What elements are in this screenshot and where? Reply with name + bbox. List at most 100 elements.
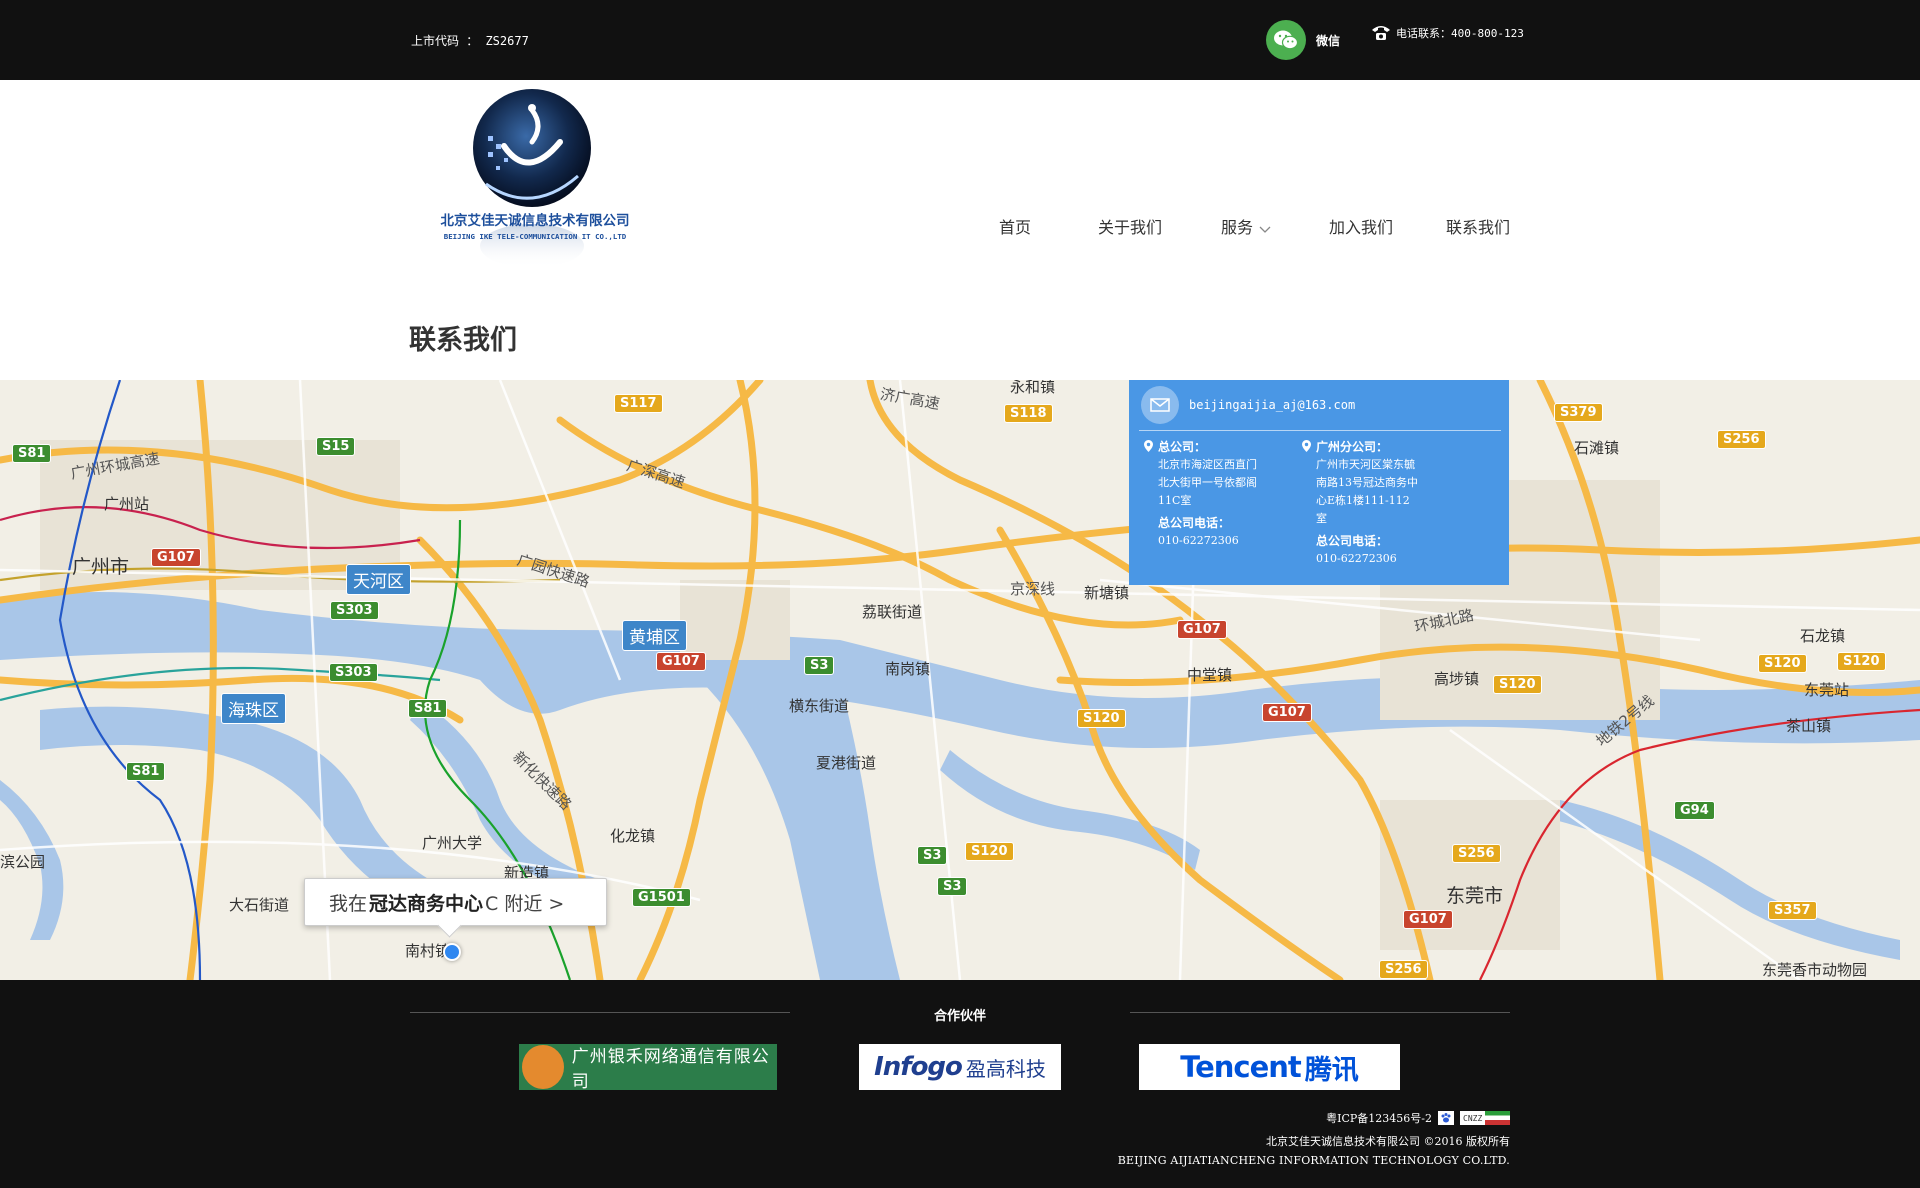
wechat-label: 微信	[1316, 33, 1341, 48]
stock-code: 上市代码 ： ZS2677	[411, 34, 529, 48]
route-shield: S3	[804, 656, 835, 675]
poi-prefix: 我在	[329, 892, 368, 915]
phone-text: 电话联系：400-800-123	[1396, 27, 1524, 40]
map-label: 石滩镇	[1574, 439, 1620, 457]
cnzz-stripes	[1485, 1111, 1510, 1125]
footer: 合作伙伴 广州银禾网络通信有限公司 Infogo 盈高科技 Tencent 腾讯…	[0, 980, 1920, 1188]
district-tag: 黄埔区	[622, 620, 687, 651]
route-shield: G107	[656, 652, 706, 671]
partner-name-cn: 腾讯	[1304, 1054, 1359, 1086]
partner-name-cn: 盈高科技	[965, 1056, 1046, 1081]
route-shield: S15	[316, 437, 356, 456]
route-shield: S120	[1837, 652, 1886, 671]
route-shield: S303	[329, 663, 378, 682]
phone-icon	[1372, 26, 1390, 40]
main-nav: 首页 关于我们 服务 加入我们 联系我们	[0, 214, 1920, 238]
route-shield: S118	[1004, 404, 1053, 423]
company-logo[interactable]: 北京艾佳天诚信息技术有限公司 BEIJING IKE TELE-COMMUNIC…	[408, 86, 666, 286]
nav-label: 服务	[1221, 218, 1254, 237]
partners-title: 合作伙伴	[933, 1009, 986, 1024]
map-label: 高埗镇	[1434, 670, 1480, 688]
partner-logo-infogo[interactable]: Infogo 盈高科技	[859, 1044, 1061, 1090]
hq-info: 总公司： 北京市海淀区西直门北大街甲一号依都阁11C室 总公司电话： 010-6…	[1144, 438, 1313, 550]
location-pin-icon	[1302, 440, 1311, 452]
branch-phone: 010-62272306	[1316, 552, 1397, 565]
route-shield: S120	[1077, 709, 1126, 728]
nav-item-about[interactable]: 关于我们	[1098, 214, 1162, 238]
route-shield: S81	[12, 444, 52, 463]
chevron-down-icon	[1259, 219, 1271, 238]
map-label: 新塘镇	[1084, 584, 1130, 602]
top-bar: 上市代码 ： ZS2677 微信 电话联系：400-800-123	[0, 0, 1920, 80]
route-shield: S3	[937, 877, 968, 896]
route-shield: S357	[1768, 901, 1817, 920]
map-label: 东莞市	[1446, 885, 1504, 907]
nav-label: 首页	[999, 218, 1032, 237]
map-label: 东莞站	[1804, 681, 1850, 699]
partner-name: 广州银禾网络通信有限公司	[571, 1047, 770, 1090]
yinhe-logo-icon	[522, 1045, 564, 1089]
branch-info: 广州分公司： 广州市天河区棠东毓南路13号冠达商务中心E栋1楼111-112室 …	[1302, 438, 1471, 568]
phone-contact[interactable]: 电话联系：400-800-123	[1370, 24, 1524, 42]
contact-email: beijingaijia_aj@163.com	[1189, 398, 1356, 412]
route-shield: S256	[1717, 430, 1766, 449]
map-label: 化龙镇	[610, 827, 656, 845]
nav-item-home[interactable]: 首页	[999, 214, 1031, 238]
partner-name-en: Tencent	[1180, 1050, 1302, 1084]
icp-row: 粤ICP备123456号-2 CNZZ	[1326, 1110, 1510, 1126]
copyright: 北京艾佳天诚信息技术有限公司 ©2016 版权所有	[1266, 1135, 1510, 1148]
map-label: 广州大学	[422, 834, 483, 852]
map-label: 中堂镇	[1187, 666, 1233, 684]
nav-item-contact[interactable]: 联系我们	[1446, 214, 1510, 238]
route-shield: S256	[1452, 844, 1501, 863]
map-poi-bubble[interactable]: 我在 冠达商务中心 C 附近 >	[304, 878, 607, 926]
map-label: 南岗镇	[885, 660, 931, 678]
route-shield: G94	[1674, 801, 1715, 820]
route-shield: S81	[408, 699, 448, 718]
route-shield: S3	[917, 846, 948, 865]
icp-number[interactable]: 粤ICP备123456号-2	[1326, 1110, 1432, 1126]
hq-heading: 总公司：	[1158, 440, 1207, 454]
partner-logo-tencent[interactable]: Tencent 腾讯	[1139, 1044, 1400, 1090]
mail-icon	[1141, 386, 1179, 424]
map-label: 荔联街道	[862, 603, 923, 621]
email-row[interactable]: beijingaijia_aj@163.com	[1141, 386, 1355, 424]
map-label: 广州站	[104, 495, 150, 513]
map-label: 茶山镇	[1786, 717, 1832, 735]
nav-label: 加入我们	[1329, 218, 1394, 237]
route-shield: S120	[965, 842, 1014, 861]
route-shield: G107	[1403, 910, 1453, 929]
branch-address: 广州市天河区棠东毓南路13号冠达商务中心E栋1楼111-112室	[1316, 458, 1418, 525]
map-label: 永和镇	[1010, 380, 1056, 396]
partner-name-en: Infogo	[874, 1052, 963, 1082]
nav-label: 关于我们	[1098, 218, 1163, 237]
route-shield: S256	[1379, 960, 1428, 979]
map-label: 石龙镇	[1800, 627, 1846, 645]
route-shield: S117	[614, 394, 663, 413]
map-label: 夏港街道	[816, 754, 877, 772]
baidu-paw-icon[interactable]	[1438, 1111, 1454, 1125]
district-tag: 海珠区	[221, 693, 286, 724]
route-shield: G107	[1262, 703, 1312, 722]
route-shield: S120	[1758, 654, 1807, 673]
road-label: 京深线	[1010, 580, 1056, 598]
location-marker-icon[interactable]	[443, 943, 461, 961]
company-english-name: BEIJING AIJIATIANCHENG INFORMATION TECHN…	[1117, 1154, 1510, 1167]
district-tag: 天河区	[346, 564, 411, 595]
poi-suffix: C 附近 >	[485, 892, 565, 915]
hq-address: 北京市海淀区西直门北大街甲一号依都阁11C室	[1158, 458, 1257, 507]
poi-name: 冠达商务中心	[369, 892, 484, 915]
route-shield: S379	[1554, 403, 1603, 422]
route-shield: S120	[1493, 675, 1542, 694]
location-map[interactable]: 广州站 广州市 天河区 黄埔区 海珠区 广州大学 化龙镇 新造镇 大石街道 南村…	[0, 380, 1920, 980]
cnzz-badge[interactable]: CNZZ	[1460, 1111, 1510, 1125]
divider	[1139, 430, 1501, 431]
wechat-icon	[1266, 20, 1306, 60]
nav-item-services[interactable]: 服务	[1221, 214, 1271, 238]
wechat-link[interactable]: 微信	[1266, 20, 1340, 60]
route-shield: G1501	[632, 888, 691, 907]
map-label: 滨公园	[0, 853, 46, 871]
nav-item-join[interactable]: 加入我们	[1329, 214, 1393, 238]
partner-logo-yinhe[interactable]: 广州银禾网络通信有限公司	[519, 1044, 777, 1090]
hq-phone-heading: 总公司电话：	[1158, 516, 1231, 530]
